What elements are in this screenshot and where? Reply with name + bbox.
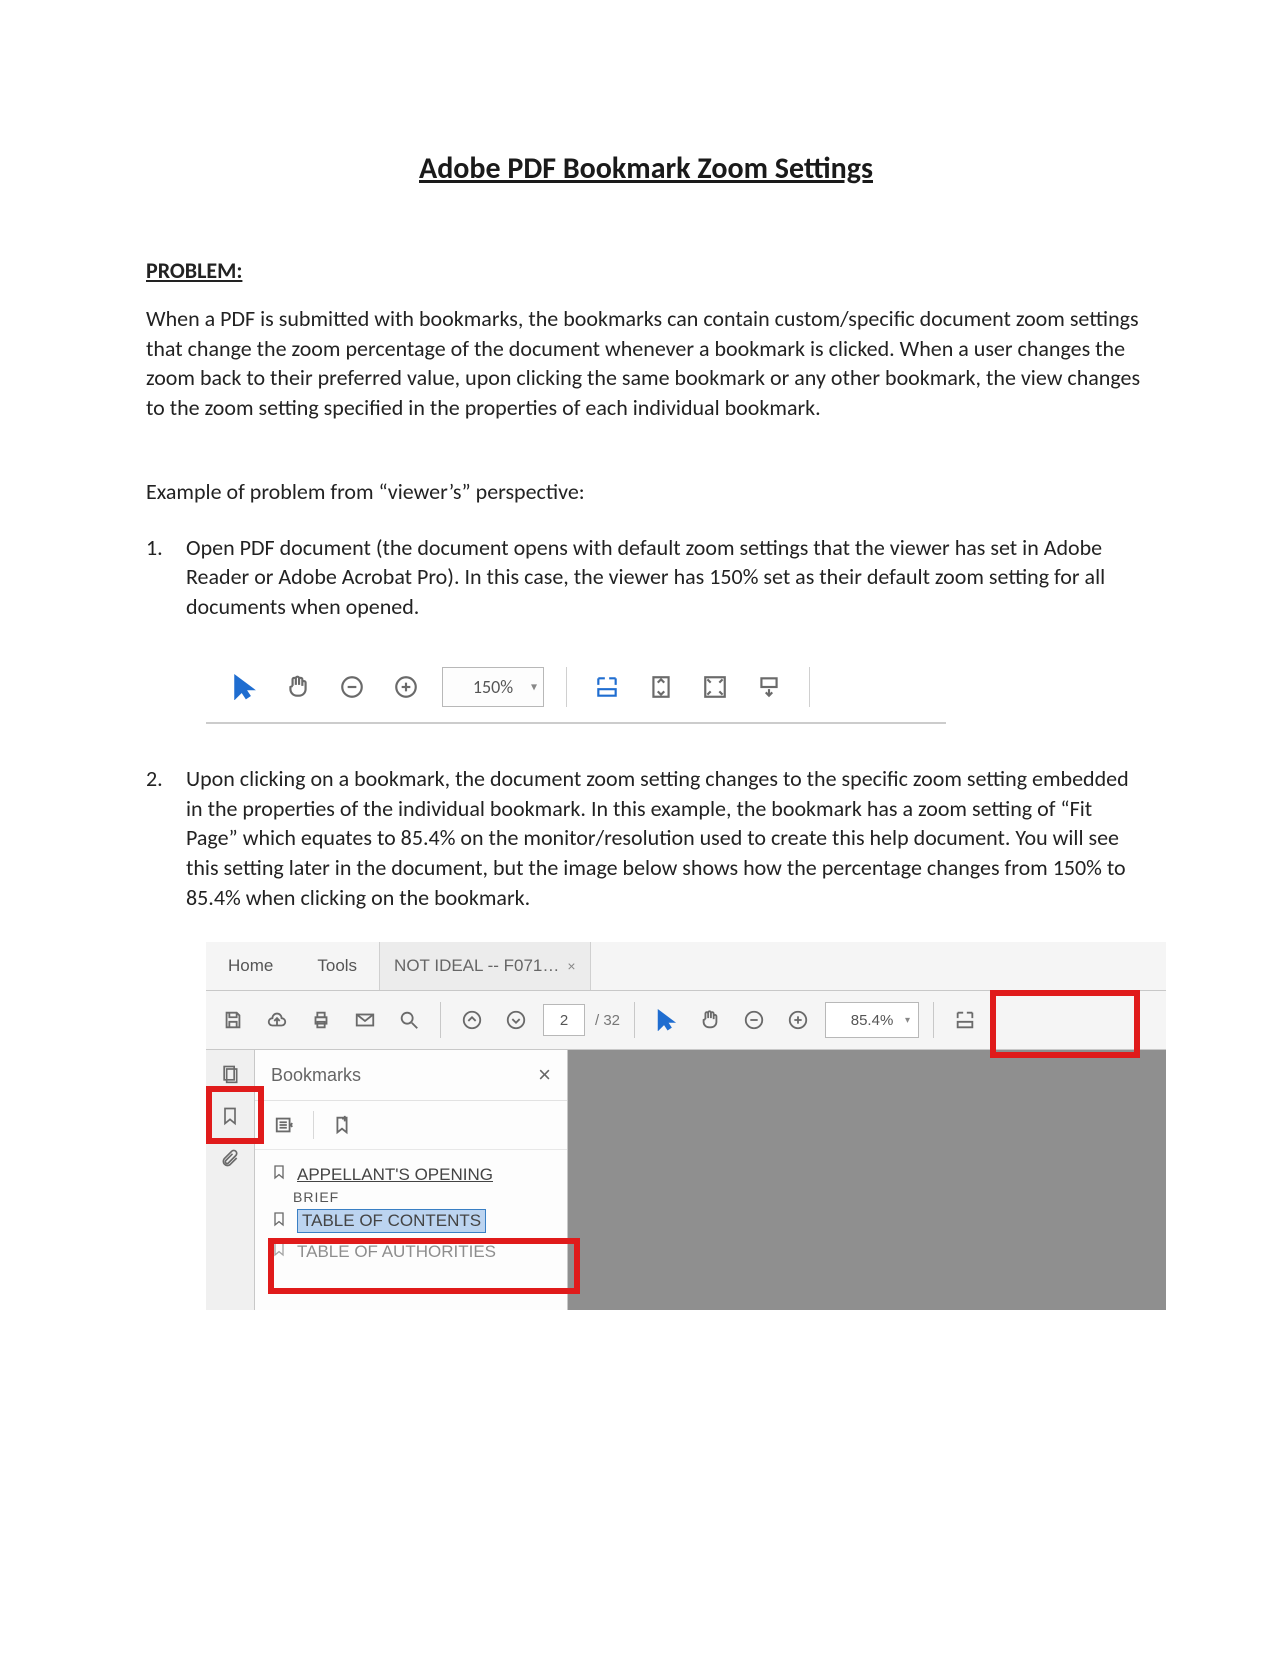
panel-toolbar <box>255 1101 567 1150</box>
toolbar-separator <box>566 667 567 707</box>
print-icon[interactable] <box>304 1003 338 1037</box>
page-number-field[interactable]: 2 <box>543 1004 585 1036</box>
panel-header: Bookmarks × <box>255 1050 567 1101</box>
panel-separator <box>313 1111 314 1139</box>
zoom-level-value: 85.4% <box>851 1012 894 1029</box>
toolbar-separator <box>809 667 810 707</box>
screenshot-acrobat-ui: Home Tools NOT IDEAL -- F071… × 2 / 32 <box>206 942 1166 1310</box>
fit-width-icon[interactable] <box>948 1003 982 1037</box>
hand-pan-icon[interactable] <box>693 1003 727 1037</box>
step-1-text: Open PDF document (the document opens wi… <box>186 533 1146 622</box>
panel-title: Bookmarks <box>271 1065 361 1086</box>
page-total-label: / 32 <box>595 1012 620 1029</box>
example-intro: Example of problem from “viewer’s” persp… <box>146 478 1146 505</box>
selection-arrow-icon[interactable] <box>649 1003 683 1037</box>
read-mode-icon[interactable] <box>751 669 787 705</box>
attachments-icon[interactable] <box>216 1144 244 1172</box>
page-down-icon[interactable] <box>499 1003 533 1037</box>
toolbar-separator <box>634 1002 635 1038</box>
chevron-down-icon: ▾ <box>905 1015 910 1026</box>
cloud-upload-icon[interactable] <box>260 1003 294 1037</box>
zoom-level-field[interactable]: 85.4% ▾ <box>825 1002 919 1038</box>
zoom-level-field[interactable]: 150% ▾ <box>442 667 544 707</box>
save-icon[interactable] <box>216 1003 250 1037</box>
step-1-number: 1. <box>146 533 168 622</box>
zoom-out-icon[interactable] <box>737 1003 771 1037</box>
step-1: 1. Open PDF document (the document opens… <box>146 533 1146 622</box>
selection-arrow-icon[interactable] <box>226 669 262 705</box>
zoom-in-icon[interactable] <box>388 669 424 705</box>
email-icon[interactable] <box>348 1003 382 1037</box>
screenshot-toolbar-1: 150% ▾ <box>206 652 946 724</box>
search-icon[interactable] <box>392 1003 426 1037</box>
problem-paragraph: When a PDF is submitted with bookmarks, … <box>146 304 1146 423</box>
hand-pan-icon[interactable] <box>280 669 316 705</box>
bookmark-item[interactable]: APPELLANT'S OPENING <box>267 1160 555 1189</box>
bookmark-icon <box>271 1164 287 1185</box>
tab-home[interactable]: Home <box>206 942 295 990</box>
toolbar-separator <box>933 1002 934 1038</box>
toolbar-separator <box>440 1002 441 1038</box>
panel-options-icon[interactable] <box>271 1111 299 1139</box>
tab-tools[interactable]: Tools <box>295 942 379 990</box>
fullscreen-icon[interactable] <box>697 669 733 705</box>
bookmark-label-cont: BRIEF <box>267 1189 555 1205</box>
step-2-number: 2. <box>146 764 168 912</box>
zoom-level-value: 150% <box>473 676 513 698</box>
step-2: 2. Upon clicking on a bookmark, the docu… <box>146 764 1146 912</box>
page-title: Adobe PDF Bookmark Zoom Settings <box>146 150 1146 187</box>
new-bookmark-icon[interactable] <box>328 1111 356 1139</box>
bookmark-label: TABLE OF AUTHORITIES <box>297 1242 496 1262</box>
bookmark-label: TABLE OF CONTENTS <box>297 1209 486 1233</box>
left-nav-rail <box>206 1050 255 1310</box>
zoom-in-icon[interactable] <box>781 1003 815 1037</box>
app-body: Bookmarks × APPELLANT'S OPENING BRIEF <box>206 1050 1166 1310</box>
close-tab-icon[interactable]: × <box>567 958 575 974</box>
bookmark-item-selected[interactable]: TABLE OF CONTENTS <box>267 1205 555 1237</box>
problem-heading: PROBLEM: <box>146 257 1146 284</box>
main-toolbar: 2 / 32 85.4% ▾ <box>206 991 1166 1050</box>
page-up-icon[interactable] <box>455 1003 489 1037</box>
document-tab[interactable]: NOT IDEAL -- F071… × <box>379 942 591 990</box>
step-2-text: Upon clicking on a bookmark, the documen… <box>186 764 1146 912</box>
fit-width-icon[interactable] <box>589 669 625 705</box>
document-tab-label: NOT IDEAL -- F071… <box>394 956 559 976</box>
close-icon[interactable]: × <box>538 1062 551 1088</box>
chevron-down-icon: ▾ <box>531 679 537 694</box>
document-canvas[interactable] <box>568 1050 1166 1310</box>
bookmark-list: APPELLANT'S OPENING BRIEF TABLE OF CONTE… <box>255 1150 567 1276</box>
zoom-out-icon[interactable] <box>334 669 370 705</box>
bookmark-icon <box>271 1241 287 1262</box>
fit-page-icon[interactable] <box>643 669 679 705</box>
bookmark-item[interactable]: TABLE OF AUTHORITIES <box>267 1237 555 1266</box>
app-tab-strip: Home Tools NOT IDEAL -- F071… × <box>206 942 1166 991</box>
bookmark-panel-icon[interactable] <box>216 1102 244 1130</box>
document-page: Adobe PDF Bookmark Zoom Settings PROBLEM… <box>146 150 1146 1310</box>
bookmarks-panel: Bookmarks × APPELLANT'S OPENING BRIEF <box>255 1050 568 1310</box>
bookmark-label: APPELLANT'S OPENING <box>297 1165 493 1185</box>
bookmark-icon <box>271 1211 287 1232</box>
page-thumbnails-icon[interactable] <box>216 1060 244 1088</box>
